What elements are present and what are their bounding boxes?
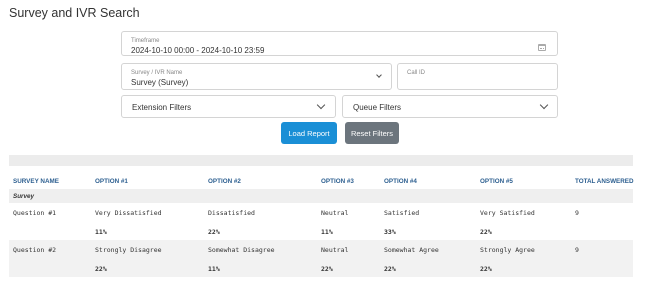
column-header-total-answered[interactable]: TOTAL ANSWERED — [571, 173, 634, 189]
load-report-button[interactable]: Load Report — [281, 122, 337, 144]
percent-cell: 11% — [204, 260, 317, 277]
percent-cell: 22% — [380, 260, 476, 277]
chevron-down-icon — [376, 72, 382, 78]
option-cell: Very Dissatisfied — [95, 209, 162, 217]
timeframe-label: Timeframe — [131, 38, 160, 44]
percent-cell: 22% — [480, 227, 492, 236]
percent-cell: 11% — [95, 227, 107, 236]
timeframe-field[interactable]: Timeframe 2024-10-10 00:00 - 2024-10-10 … — [121, 31, 558, 56]
percent-cell: 33% — [384, 227, 396, 236]
percent-cell: 22% — [208, 227, 220, 236]
total-answered-cell: 9 — [571, 240, 633, 260]
option-cell: Neutral — [317, 240, 380, 260]
total-answered-cell: 9 — [575, 209, 579, 217]
extension-filters-label: Extension Filters — [132, 103, 192, 112]
option-cell: Neutral — [321, 209, 349, 217]
timeframe-value: 2024-10-10 00:00 - 2024-10-10 23:59 — [131, 46, 265, 55]
column-header-option-4[interactable]: OPTION #4 — [380, 173, 476, 189]
percent-spacer — [571, 223, 633, 240]
column-header-option-2[interactable]: OPTION #2 — [204, 173, 317, 189]
table-toolbar — [9, 155, 633, 166]
page-title: Survey and IVR Search — [9, 6, 140, 20]
column-header-option-1[interactable]: OPTION #1 — [91, 173, 204, 189]
queue-filters-select[interactable]: Queue Filters — [342, 95, 558, 118]
option-cell: Somewhat Disagree — [204, 240, 317, 260]
percent-row: 11% 22% 11% 33% 22% — [9, 223, 633, 240]
percent-spacer — [571, 260, 633, 277]
chevron-down-icon — [316, 100, 326, 110]
column-header-option-5[interactable]: OPTION #5 — [476, 173, 571, 189]
option-cell: Dissatisfied — [208, 209, 255, 217]
option-cell: Somewhat Agree — [380, 240, 476, 260]
percent-cell: 22% — [476, 260, 571, 277]
survey-select[interactable]: Survey / IVR Name Survey (Survey) — [121, 63, 392, 90]
option-cell: Very Satisfied — [480, 209, 535, 217]
percent-cell: 22% — [317, 260, 380, 277]
percent-spacer — [9, 260, 91, 277]
call-id-field[interactable]: Call ID — [397, 63, 558, 90]
group-row: Survey — [9, 189, 633, 203]
reset-filters-button[interactable]: Reset Filters — [345, 122, 399, 144]
call-id-label: Call ID — [407, 70, 426, 76]
table-row: Question #1 Very Dissatisfied Dissatisfi… — [9, 203, 633, 223]
percent-cell: 11% — [321, 227, 333, 236]
column-header-option-3[interactable]: OPTION #3 — [317, 173, 380, 189]
percent-row: 22% 11% 22% 22% 22% — [9, 260, 633, 277]
calendar-icon[interactable] — [538, 44, 546, 51]
table-header-row: SURVEY NAME OPTION #1 OPTION #2 OPTION #… — [9, 173, 634, 189]
survey-results-table: SURVEY NAME OPTION #1 OPTION #2 OPTION #… — [9, 173, 634, 277]
chevron-down-icon — [539, 100, 549, 110]
percent-spacer — [9, 223, 91, 240]
group-label: Survey — [9, 189, 633, 203]
question-name: Question #1 — [13, 209, 57, 217]
question-name: Question #2 — [9, 240, 91, 260]
percent-cell: 22% — [91, 260, 204, 277]
column-header-survey-name[interactable]: SURVEY NAME — [9, 173, 91, 189]
option-cell: Satisfied — [384, 209, 420, 217]
extension-filters-select[interactable]: Extension Filters — [121, 95, 336, 118]
survey-select-label: Survey / IVR Name — [131, 70, 183, 76]
option-cell: Strongly Disagree — [91, 240, 204, 260]
queue-filters-label: Queue Filters — [353, 103, 402, 112]
survey-select-value: Survey (Survey) — [131, 78, 189, 87]
option-cell: Strongly Agree — [476, 240, 571, 260]
table-row: Question #2 Strongly Disagree Somewhat D… — [9, 240, 633, 260]
